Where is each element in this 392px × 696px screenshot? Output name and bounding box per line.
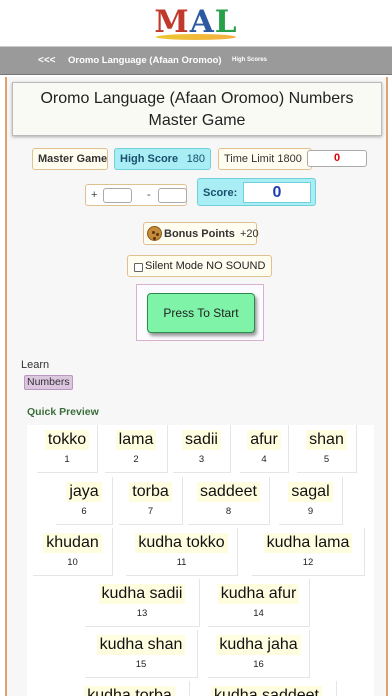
preview-number: 8 (225, 506, 232, 517)
quick-preview-label: Quick Preview (27, 406, 99, 418)
preview-card[interactable]: kudha saddeet (197, 681, 337, 696)
preview-number: 4 (261, 454, 267, 465)
bonus-points-chip: Bonus Points +20 (143, 222, 259, 245)
preview-word: afur (247, 430, 281, 450)
page-title-line2: Master Game (148, 112, 246, 129)
preview-word: lama (115, 430, 157, 450)
preview-word: kudha tokko (135, 533, 228, 553)
score-box: Score: 0 (197, 178, 316, 206)
page-title: Oromo Language (Afaan Oromoo) Numbers Ma… (12, 82, 382, 136)
preview-number: 15 (135, 659, 147, 670)
preview-card[interactable]: tokko 1 (37, 425, 98, 473)
high-scores-link[interactable]: High Scores (232, 57, 267, 63)
high-score-value: 180 (186, 153, 205, 165)
preview-card[interactable]: kudha sadii 13 (85, 579, 200, 627)
score-label: Score: (203, 187, 238, 199)
operand-input-1[interactable] (103, 188, 132, 203)
operand-box: + - (85, 184, 187, 206)
bonus-label: Bonus Points (164, 228, 235, 240)
preview-word: kudha torba (84, 686, 175, 696)
start-button-frame: Press To Start (136, 284, 264, 341)
preview-number: 6 (81, 506, 87, 517)
preview-number: 10 (67, 557, 78, 568)
back-link[interactable]: <<< (38, 55, 56, 66)
preview-word: kudha shan (96, 635, 186, 655)
preview-word: kudha sadii (98, 584, 186, 604)
preview-card[interactable]: kudha tokko 11 (126, 528, 238, 576)
preview-card[interactable]: kudha lama 12 (252, 528, 365, 576)
preview-number: 9 (307, 506, 314, 517)
preview-number: 13 (136, 608, 148, 619)
score-value: 0 (243, 182, 311, 203)
preview-word: sagal (288, 482, 333, 502)
bonus-value: +20 (240, 228, 259, 240)
preview-word: jaya (66, 482, 102, 502)
preview-card[interactable]: kudha shan 15 (85, 630, 198, 678)
content-panel: Oromo Language (Afaan Oromoo) Numbers Ma… (5, 77, 388, 696)
preview-word: tokko (44, 430, 90, 450)
logo-swoosh (156, 34, 236, 40)
preview-number: 1 (64, 454, 70, 465)
preview-card[interactable]: sadii 3 (173, 425, 231, 473)
preview-word: torba (129, 482, 172, 502)
high-score-label: High Score (120, 153, 179, 165)
preview-card[interactable]: khudan 10 (33, 528, 113, 576)
time-value: 0 (307, 150, 367, 167)
preview-card[interactable]: kudha torba (70, 681, 190, 696)
numbers-chip[interactable]: Numbers (24, 375, 73, 390)
quick-preview-grid: tokko 1 lama 2 sadii 3 afur 4 shan 5 jaya 6 to… (27, 425, 374, 696)
preview-number: 7 (147, 506, 154, 517)
preview-word: kudha saddeet (211, 686, 322, 696)
preview-word: khudan (43, 533, 102, 553)
preview-number: 11 (176, 557, 187, 568)
preview-word: kudha jaha (216, 635, 301, 655)
plus-sign: + (91, 189, 98, 201)
nav-bar: <<< Oromo Language (Afaan Oromoo) High S… (0, 47, 392, 75)
high-score-chip: High Score 180 (114, 148, 211, 170)
preview-card[interactable]: sagal 9 (279, 477, 343, 525)
preview-card[interactable]: afur 4 (240, 425, 289, 473)
logo-bar: MAL (0, 0, 392, 47)
silent-mode-label: Silent Mode NO SOUND (145, 260, 266, 272)
preview-word: shan (306, 430, 347, 450)
preview-number: 16 (253, 659, 264, 670)
preview-card[interactable]: shan 5 (297, 425, 357, 473)
preview-word: kudha afur (217, 584, 300, 604)
preview-number: 12 (302, 557, 314, 568)
preview-word: saddeet (197, 482, 260, 502)
preview-card[interactable]: kudha jaha 16 (208, 630, 310, 678)
operand-input-2[interactable] (158, 188, 187, 203)
preview-card[interactable]: torba 7 (119, 477, 183, 525)
page-title-line1: Oromo Language (Afaan Oromoo) Numbers (40, 90, 354, 107)
preview-card[interactable]: lama 2 (105, 425, 168, 473)
cookie-icon (147, 226, 162, 241)
preview-word: kudha lama (263, 533, 353, 553)
preview-card[interactable]: saddeet 8 (188, 477, 270, 525)
preview-card[interactable]: jaya 6 (56, 477, 113, 525)
preview-number: 5 (323, 454, 330, 465)
silent-mode-toggle[interactable]: Silent Mode NO SOUND (127, 255, 272, 277)
minus-sign: - (147, 189, 151, 201)
preview-number: 2 (133, 454, 139, 465)
mal-logo[interactable]: MAL (150, 4, 242, 42)
master-game-chip: Master Game (32, 148, 108, 170)
silent-mode-checkbox[interactable] (134, 263, 143, 272)
time-limit-chip: Time Limit 1800 (218, 148, 312, 170)
preview-card[interactable]: kudha afur 14 (208, 579, 310, 627)
preview-word: sadii (182, 430, 221, 450)
press-to-start-button[interactable]: Press To Start (147, 293, 255, 333)
learn-label: Learn (21, 359, 50, 371)
preview-number: 14 (253, 608, 264, 619)
preview-number: 3 (198, 454, 205, 465)
nav-title-link[interactable]: Oromo Language (Afaan Oromoo) (68, 55, 222, 66)
